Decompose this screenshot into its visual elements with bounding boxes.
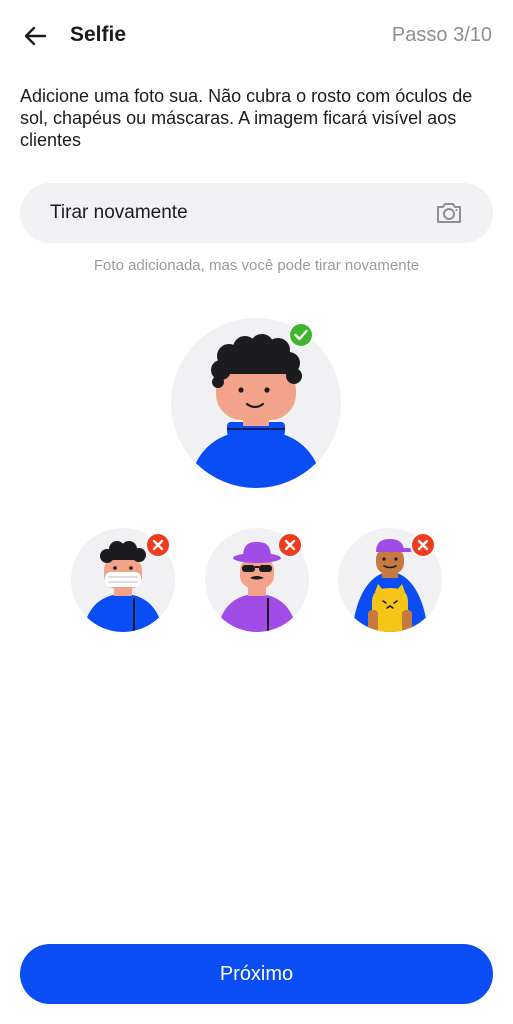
camera-icon — [437, 203, 461, 223]
bad-example-mask — [71, 528, 175, 632]
check-badge-icon — [288, 322, 314, 348]
next-button[interactable]: Próximo — [20, 944, 493, 1004]
x-badge-icon — [410, 532, 436, 558]
x-badge-icon — [277, 532, 303, 558]
bad-example-cap-pet — [338, 528, 442, 632]
top-bar: Selfie Passo 3/10 — [0, 0, 513, 72]
back-button[interactable] — [18, 20, 52, 52]
instructions-text: Adicione uma foto sua. Não cubra o rosto… — [20, 86, 473, 150]
page-title: Selfie — [70, 23, 127, 46]
step-indicator: Passo 3/10 — [391, 24, 492, 46]
photo-added-hint: Foto adicionada, mas você pode tirar nov… — [93, 257, 420, 274]
bad-example-hat-sunglasses — [205, 528, 309, 632]
good-selfie-example — [171, 318, 341, 488]
retake-photo-button[interactable]: Tirar novamente — [20, 183, 493, 243]
retake-label: Tirar novamente — [50, 202, 188, 223]
x-badge-icon — [145, 532, 171, 558]
arrow-left-icon — [24, 26, 47, 46]
